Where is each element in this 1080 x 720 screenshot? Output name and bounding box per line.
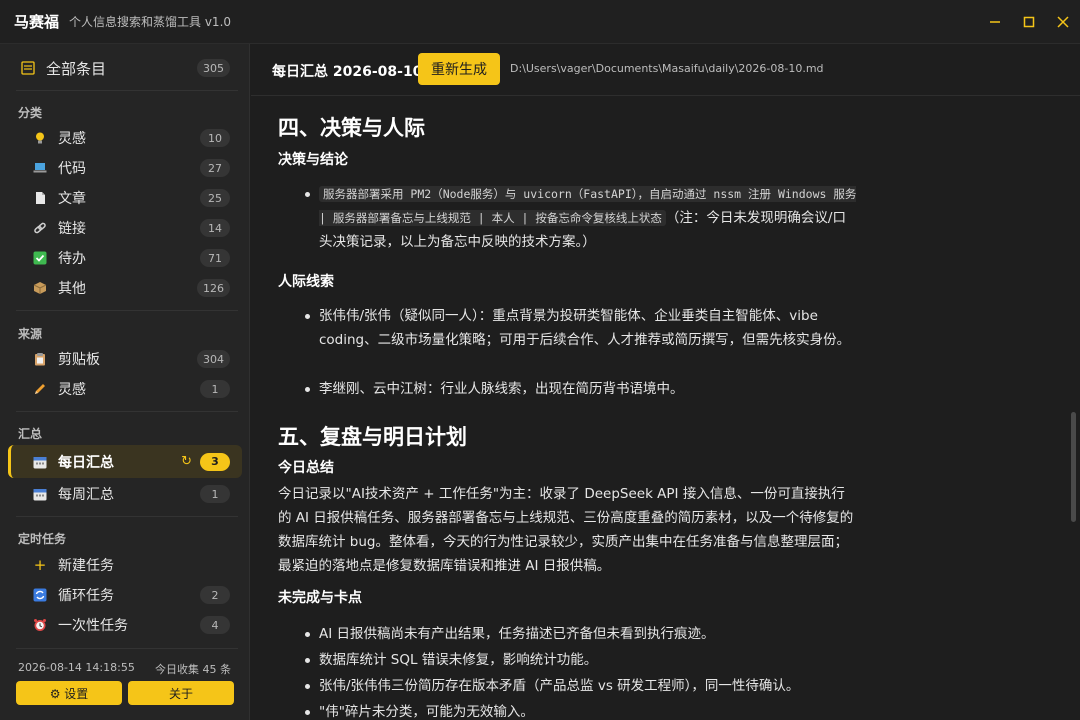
current-datetime: 2026-08-14 14:18:55 [18,661,135,674]
count-badge: 4 [200,616,230,634]
clipboard-icon [32,351,48,367]
count-badge: 27 [200,159,230,177]
app-name: 马赛福 [14,13,60,31]
list-item: 服务器部署采用 PM2（Node服务）与 uvicorn（FastAPI），自启… [305,182,859,254]
today-collected-stat: 今日收集 45 条 [155,663,231,676]
sidebar-item-link[interactable]: 链接 14 [8,213,242,243]
count-badge: 126 [197,279,230,297]
document-icon [32,190,48,206]
sidebar-item-label: 剪贴板 [58,352,100,368]
sidebar-item-one-time-task[interactable]: 一次性任务 4 [8,610,242,640]
alarm-clock-icon [32,617,48,633]
laptop-icon [32,160,48,176]
sidebar-item-label: 每日汇总 [58,454,114,471]
list-icon [20,60,36,76]
list-item: 李继刚、云中江树：行业人脉线索，出现在简历背书语境中。 [305,377,859,401]
sidebar-item-article[interactable]: 文章 25 [8,183,242,213]
sidebar-item-all[interactable]: 全部条目 305 [8,53,242,83]
divider [16,411,238,412]
repeat-icon [32,587,48,603]
list-item: AI 日报供稿尚未有产出结果，任务描述已齐备但未看到执行痕迹。 [305,622,859,646]
sidebar-item-weekly-summary[interactable]: 每周汇总 1 [8,479,242,509]
section-heading: 五、复盘与明日计划 [278,425,467,449]
close-icon[interactable] [1046,0,1080,44]
regenerate-button[interactable]: 重新生成 [418,53,500,85]
sidebar-item-label: 全部条目 [46,59,107,78]
sidebar-item-source-inspiration[interactable]: 灵感 1 [8,374,242,404]
count-badge: 25 [200,189,230,207]
count-badge: 1 [200,380,230,398]
subsection-heading: 人际线索 [278,274,334,290]
count-badge: 71 [200,249,230,267]
package-icon [32,280,48,296]
scrollbar-thumb[interactable] [1071,412,1076,522]
list-item: 张伟/张伟伟三份简历存在版本矛盾（产品总监 vs 研发工程师），同一性待确认。 [305,674,859,698]
page-title: 每日汇总 2026-08-10 [272,64,423,80]
subsection-heading: 决策与结论 [278,152,348,168]
app-subtitle: 个人信息搜索和蒸馏工具 v1.0 [69,15,232,29]
sidebar: 全部条目 305 分类 灵感 10 代码 27 文章 25 链接 14 待办 7… [0,44,250,720]
maximize-icon[interactable] [1012,0,1046,44]
sidebar-item-label: 文章 [58,191,86,207]
section-heading: 四、决策与人际 [278,116,425,140]
paragraph: 今日记录以"AI技术资产 + 工作任务"为主：收录了 DeepSeek API … [278,486,854,574]
sidebar-item-label: 一次性任务 [58,618,128,634]
sidebar-item-label: 其他 [58,281,86,297]
count-badge: 14 [200,219,230,237]
window-controls [978,0,1080,44]
sidebar-item-clipboard[interactable]: 剪贴板 304 [8,344,242,374]
link-icon [32,220,48,236]
sidebar-item-todo[interactable]: 待办 71 [8,243,242,273]
sidebar-item-new-task[interactable]: + 新建任务 [8,550,242,580]
sidebar-item-daily-summary[interactable]: 每日汇总 ↻ 3 [8,445,242,478]
lightbulb-icon [32,130,48,146]
title-bar: 马赛福 个人信息搜索和蒸馏工具 v1.0 [0,0,1080,44]
count-badge: 2 [200,586,230,604]
sidebar-item-label: 灵感 [58,382,86,398]
list-item: 张伟伟/张伟（疑似同一人）：重点背景为投研类智能体、企业垂类自主智能体、vibe… [305,304,859,352]
sidebar-item-label: 代码 [58,161,86,177]
count-badge: 304 [197,350,230,368]
minimize-icon[interactable] [978,0,1012,44]
sidebar-item-label: 每周汇总 [58,487,114,503]
section-title-summary: 汇总 [18,427,43,441]
markdown-content[interactable]: 四、决策与人际 决策与结论 服务器部署采用 PM2（Node服务）与 uvico… [251,96,1069,720]
subsection-heading: 今日总结 [278,460,334,476]
section-title-source: 来源 [18,327,43,341]
section-title-scheduled: 定时任务 [18,532,67,546]
about-button[interactable]: 关于 [128,681,234,705]
list-item: "伟"碎片未分类，可能为无效输入。 [305,700,859,720]
divider [16,90,238,91]
count-badge: 305 [197,59,230,77]
sidebar-item-label: 循环任务 [58,588,114,604]
list-item: 数据库统计 SQL 错误未修复，影响统计功能。 [305,648,859,672]
sidebar-item-label: 灵感 [58,131,86,147]
sidebar-item-recurring-task[interactable]: 循环任务 2 [8,580,242,610]
sidebar-item-label: 新建任务 [58,558,114,574]
main-header: 每日汇总 2026-08-10 重新生成 D:\Users\vager\Docu… [251,44,1080,96]
sidebar-item-label: 待办 [58,251,86,267]
divider [16,648,238,649]
file-path: D:\Users\vager\Documents\Masaifu\daily\2… [510,62,824,75]
settings-button[interactable]: ⚙ 设置 [16,681,122,705]
subsection-heading: 未完成与卡点 [278,590,362,606]
divider [16,310,238,311]
divider [16,516,238,517]
plus-icon: + [33,556,47,574]
calendar-icon [32,486,48,502]
section-title-category: 分类 [18,106,43,120]
sidebar-item-other[interactable]: 其他 126 [8,273,242,303]
refresh-icon[interactable]: ↻ [181,454,192,469]
sidebar-item-inspiration[interactable]: 灵感 10 [8,123,242,153]
count-badge: 3 [200,452,230,471]
sidebar-item-code[interactable]: 代码 27 [8,153,242,183]
main-panel: 每日汇总 2026-08-10 重新生成 D:\Users\vager\Docu… [251,44,1080,720]
checkbox-icon [32,250,48,266]
calendar-icon [32,454,48,470]
pencil-icon [32,381,48,397]
count-badge: 1 [200,485,230,503]
sidebar-item-label: 链接 [58,221,86,237]
count-badge: 10 [200,129,230,147]
